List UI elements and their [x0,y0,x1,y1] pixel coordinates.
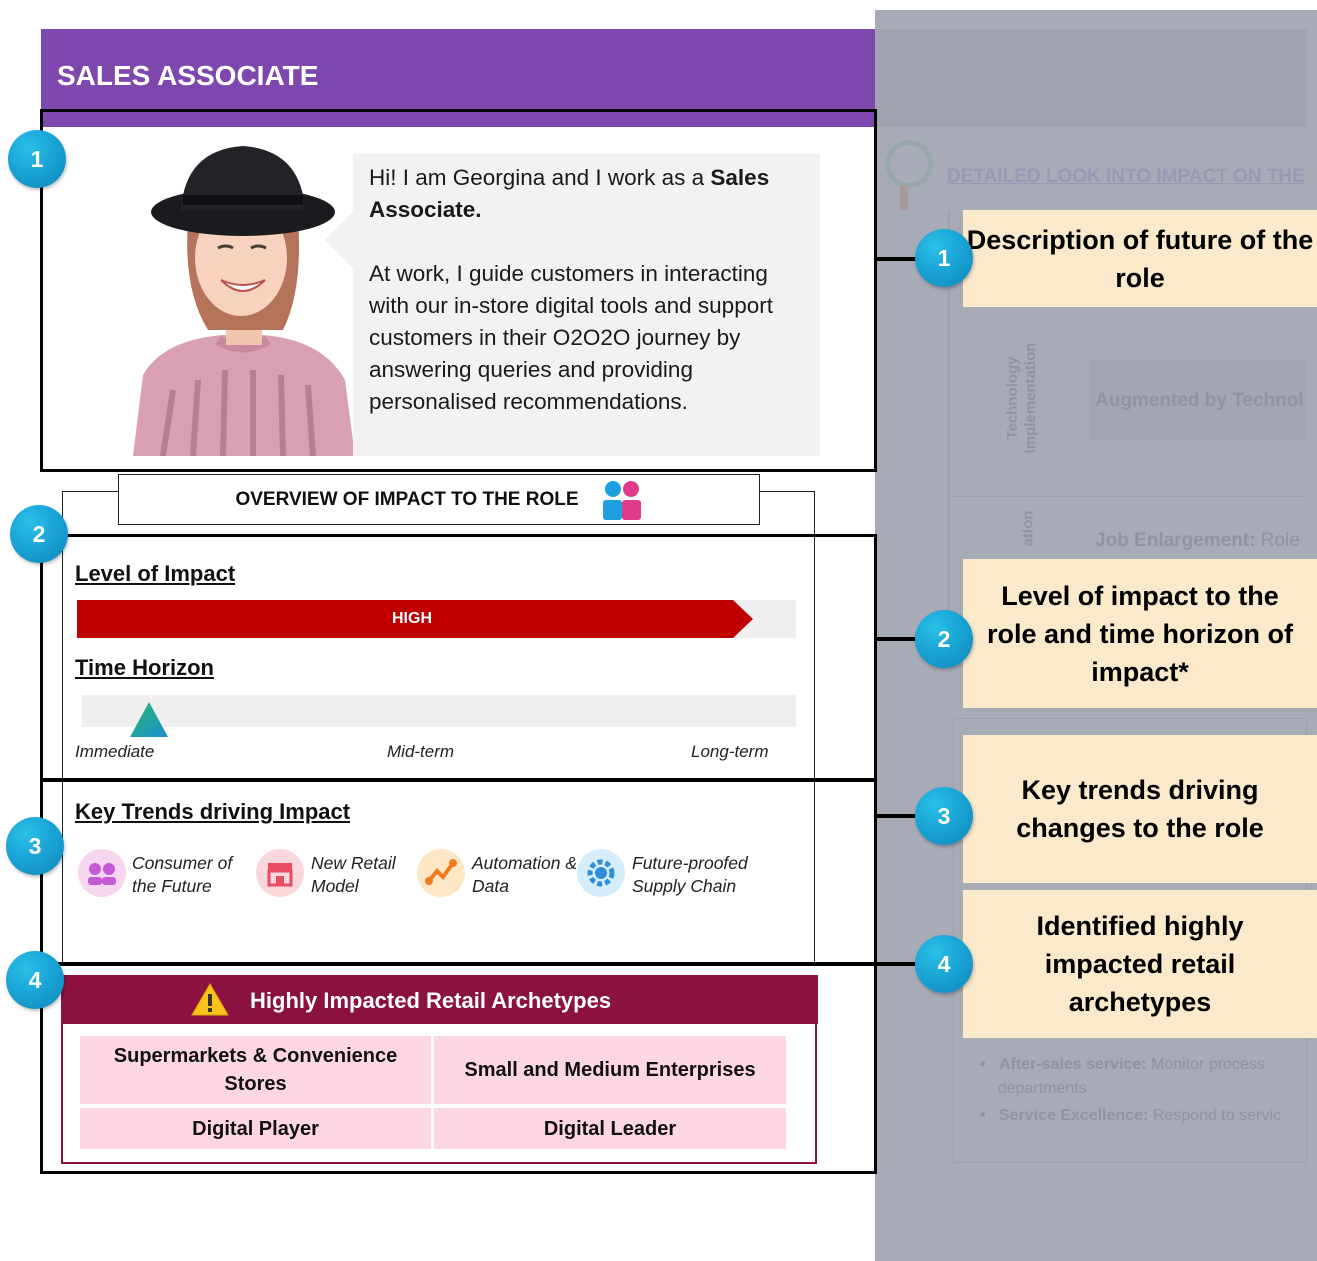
time-horizon-marker [130,702,168,737]
time-horizon-track [82,695,796,727]
magnifier-handle [900,186,908,210]
badge-1-left: 1 [8,130,66,188]
trend-consumer: Consumer of the Future [132,853,233,896]
tick-immediate: Immediate [75,742,155,761]
portrait-image [123,140,355,456]
key-trends-heading: Key Trends driving Impact [75,799,351,824]
archetype-digital-player: Digital Player [80,1108,431,1149]
tick-long-term: Long-term [691,742,769,761]
callout-1: Description of future of the role [963,210,1317,307]
supply-chain-icon [577,849,625,897]
speech-bubble: Hi! I am Georgina and I work as a Sales … [353,154,820,456]
background-vertical-label: Technology Implementation [1004,342,1039,454]
trend-new-retail: New Retail Model [311,853,396,896]
background-row-1: Augmented by Technol [1095,390,1304,411]
background-title: DETAILED LOOK INTO IMPACT ON THE [947,166,1305,187]
archetypes-title: Highly Impacted Retail Archetypes [250,988,612,1013]
overview-title: OVERVIEW OF IMPACT TO THE ROLE [118,474,760,525]
trend-automation: Automation & Data [472,853,578,896]
level-of-impact-heading: Level of Impact [75,561,236,586]
speech-bubble-tail [325,210,355,270]
automation-icon [417,849,465,897]
callout-2: Level of impact to the role and time hor… [963,559,1317,708]
archetypes-header: Highly Impacted Retail Archetypes [61,975,818,1024]
store-icon [256,849,304,897]
archetype-sme: Small and Medium Enterprises [434,1036,786,1104]
people-icon [601,480,643,520]
magnifier-icon [885,140,933,188]
background-bullet-1: • After-sales service: Monitor process d… [980,1056,1265,1097]
page-title: SALES ASSOCIATE [57,60,319,91]
consumer-icon [78,849,126,897]
warning-icon [191,983,229,1016]
background-bullet-2: • Service Excellence: Respond to servic [980,1107,1281,1124]
time-horizon-heading: Time Horizon [75,655,214,680]
badge-4-right: 4 [915,935,973,993]
badge-2-left: 2 [10,505,68,563]
background-row-2: Job Enlargement: Role [1095,530,1300,551]
background-vertical-label-2: ation [1019,510,1037,547]
badge-3-left: 3 [6,817,64,875]
bubble-body: At work, I guide customers in interactin… [369,261,773,414]
trend-supply-chain: Future-proofed Supply Chain [632,853,748,896]
archetype-digital-leader: Digital Leader [434,1108,786,1149]
archetype-supermarkets: Supermarkets & Convenience Stores [80,1036,431,1104]
impact-level-label: HIGH [392,610,432,627]
badge-1-right: 1 [915,229,973,287]
badge-3-right: 3 [915,787,973,845]
callout-4: Identified highly impacted retail archet… [963,890,1317,1038]
bubble-intro: Hi! I am Georgina and I work as a Sales … [369,165,770,222]
callout-3: Key trends driving changes to the role [963,735,1317,883]
tick-mid-term: Mid-term [387,742,455,761]
background-header [875,29,1307,127]
badge-4-left: 4 [6,951,64,1009]
badge-2-right: 2 [915,610,973,668]
